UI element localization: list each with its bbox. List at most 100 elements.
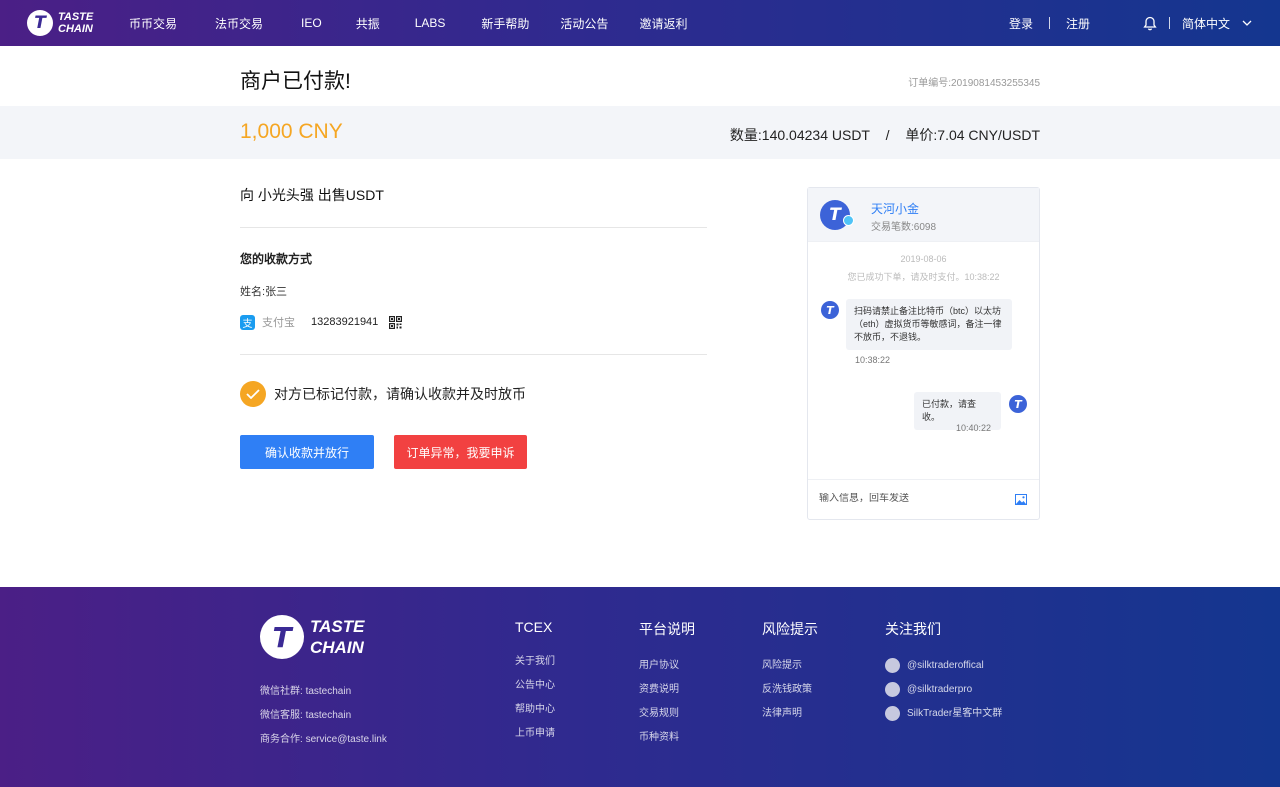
page-title: 商户已付款! (240, 70, 351, 93)
alipay-icon: 支 (240, 314, 255, 330)
divider (240, 227, 707, 228)
footer-column-tcex: TCEX 关于我们 公告中心 帮助中心 上币申请 (515, 619, 555, 752)
nav-item-help[interactable]: 新手帮助 (481, 15, 529, 32)
order-amount: 1,000 CNY (240, 120, 343, 143)
header-separator (1048, 17, 1050, 29)
footer-info-label: 商务合作: (260, 734, 303, 745)
header-actions: 登录 注册 简体中文 (1009, 0, 1252, 46)
footer-link[interactable]: 公告中心 (515, 680, 555, 704)
language-select[interactable]: 简体中文 (1182, 15, 1230, 32)
chat-input[interactable] (819, 493, 989, 504)
logo-line1: TASTE (58, 11, 94, 23)
footer-info-value: tastechain (305, 686, 352, 697)
chat-message-time: 10:40:22 (956, 423, 992, 433)
payment-account: 13283921941 (311, 316, 379, 328)
nav-item-labs[interactable]: LABS (415, 16, 446, 30)
social-icon (885, 658, 900, 673)
payment-method-label: 支付宝 (262, 317, 295, 329)
social-link[interactable]: SilkTrader星客中文群 (885, 706, 1003, 732)
footer: T TASTE CHAIN 微信社群: tastechain 微信客服: tas… (0, 587, 1280, 787)
footer-logo-letter: T (272, 620, 292, 654)
confirm-release-button[interactable]: 确认收款并放行 (240, 435, 374, 469)
footer-logo-line1: TASTE (310, 617, 365, 636)
footer-link[interactable]: 币种资料 (639, 732, 695, 756)
user-message-avatar: T (1009, 395, 1027, 413)
social-link-label: @silktraderpro (907, 684, 973, 695)
slash-separator: / (885, 127, 890, 143)
nav-item-resonance[interactable]: 共振 (356, 15, 380, 32)
name-value: 张三 (265, 286, 288, 298)
trade-count-label: 交易笔数: (871, 222, 914, 233)
footer-column-platform: 平台说明 用户协议 资费说明 交易规则 币种资料 (639, 619, 695, 756)
order-quantity-price: 数量:140.04234 USDT / 单价:7.04 CNY/USDT (730, 125, 1040, 145)
social-link[interactable]: @silktraderpro (885, 682, 1002, 708)
footer-info-value: tastechain (305, 710, 352, 721)
name-label: 姓名: (240, 286, 266, 298)
nav-item-fiat-trade[interactable]: 法币交易 (215, 15, 263, 32)
image-icon[interactable] (1015, 494, 1027, 505)
footer-link[interactable]: 关于我们 (515, 656, 555, 680)
price-label: 单价: (905, 127, 938, 143)
footer-column-title: 风险提示 (762, 621, 818, 637)
footer-column-follow: 关注我们 @silktraderoffical @silktraderpro S… (885, 619, 1002, 732)
footer-info-label: 微信社群: (260, 686, 303, 697)
logo-letter: T (34, 13, 46, 33)
footer-link[interactable]: 法律声明 (762, 708, 818, 732)
footer-column-title: 平台说明 (639, 621, 695, 637)
chat-message-time: 10:38:22 (855, 355, 891, 365)
price-value: 7.04 CNY/USDT (937, 127, 1040, 143)
top-navbar: T TASTE CHAIN 币币交易 法币交易 IEO 共振 LABS 新手帮助… (0, 0, 1280, 46)
footer-logo-mark: T (260, 615, 304, 659)
nav-item-invite[interactable]: 邀请返利 (639, 15, 687, 32)
payment-method-title: 您的收款方式 (240, 252, 313, 266)
chat-message-merchant: 扫码请禁止备注比特币（btc）以太坊（eth）虚拟货币等敏感词，备注一律不放币，… (846, 299, 1012, 350)
footer-logo-text: TASTE CHAIN (310, 616, 364, 658)
social-icon (885, 682, 900, 697)
main-nav: 币币交易 法币交易 IEO 共振 LABS 新手帮助 活动公告 邀请返利 (129, 0, 687, 46)
bell-icon[interactable] (1143, 16, 1157, 31)
appeal-button[interactable]: 订单异常，我要申诉 (394, 435, 527, 469)
chat-panel: T 天河小金 交易笔数:6098 2019-08-06 您已成功下单，请及时支付… (807, 187, 1040, 520)
social-link-label: SilkTrader星客中文群 (907, 708, 1003, 719)
social-link-label: @silktraderoffical (907, 660, 984, 671)
chat-header: T 天河小金 交易笔数:6098 (808, 188, 1039, 242)
logo-line2: CHAIN (58, 23, 93, 35)
chat-input-bar (808, 479, 1039, 519)
merchant-name[interactable]: 天河小金 (871, 200, 919, 217)
amount-bar: 1,000 CNY 数量:140.04234 USDT / 单价:7.04 CN… (0, 106, 1280, 159)
quantity-label: 数量: (729, 127, 762, 143)
footer-column-title: 关注我们 (885, 621, 941, 637)
footer-link[interactable]: 资费说明 (639, 684, 695, 708)
footer-link[interactable]: 上币申请 (515, 728, 555, 752)
nav-item-announcements[interactable]: 活动公告 (560, 15, 608, 32)
logo[interactable]: T TASTE CHAIN (27, 10, 93, 36)
order-number: 订单编号:2019081453255345 (908, 74, 1040, 89)
verified-badge-icon (843, 215, 854, 226)
payment-status: 对方已标记付款，请确认收款并及时放币 (240, 381, 526, 407)
footer-column-risk: 风险提示 风险提示 反洗钱政策 法律声明 (762, 619, 818, 732)
footer-link[interactable]: 交易规则 (639, 708, 695, 732)
sell-to-label: 向 小光头强 出售USDT (240, 187, 384, 203)
footer-wechat-group: 微信社群: tastechain (260, 682, 351, 697)
register-link[interactable]: 注册 (1066, 15, 1090, 32)
chat-system-message: 您已成功下单，请及时支付。10:38:22 (847, 272, 1000, 282)
footer-link[interactable]: 反洗钱政策 (762, 684, 818, 708)
qr-code-icon[interactable] (389, 315, 403, 329)
footer-business-contact: 商务合作: service@taste.link (260, 730, 387, 745)
footer-link[interactable]: 风险提示 (762, 660, 818, 684)
login-link[interactable]: 登录 (1009, 15, 1033, 32)
social-link[interactable]: @silktraderoffical (885, 658, 1002, 684)
footer-logo[interactable]: T TASTE CHAIN (260, 615, 364, 659)
footer-info-value[interactable]: service@taste.link (306, 734, 387, 745)
footer-logo-line2: CHAIN (310, 638, 364, 657)
order-number-label: 订单编号: (908, 78, 952, 89)
chevron-down-icon[interactable] (1242, 20, 1252, 26)
nav-item-ieo[interactable]: IEO (301, 16, 322, 30)
nav-item-coin-trade[interactable]: 币币交易 (129, 15, 177, 32)
payment-method-row: 支 支付宝 13283921941 (240, 314, 403, 330)
footer-info-label: 微信客服: (260, 710, 303, 721)
footer-column-title: TCEX (515, 619, 553, 635)
footer-link[interactable]: 用户协议 (639, 660, 695, 684)
footer-wechat-service: 微信客服: tastechain (260, 706, 351, 721)
footer-link[interactable]: 帮助中心 (515, 704, 555, 728)
